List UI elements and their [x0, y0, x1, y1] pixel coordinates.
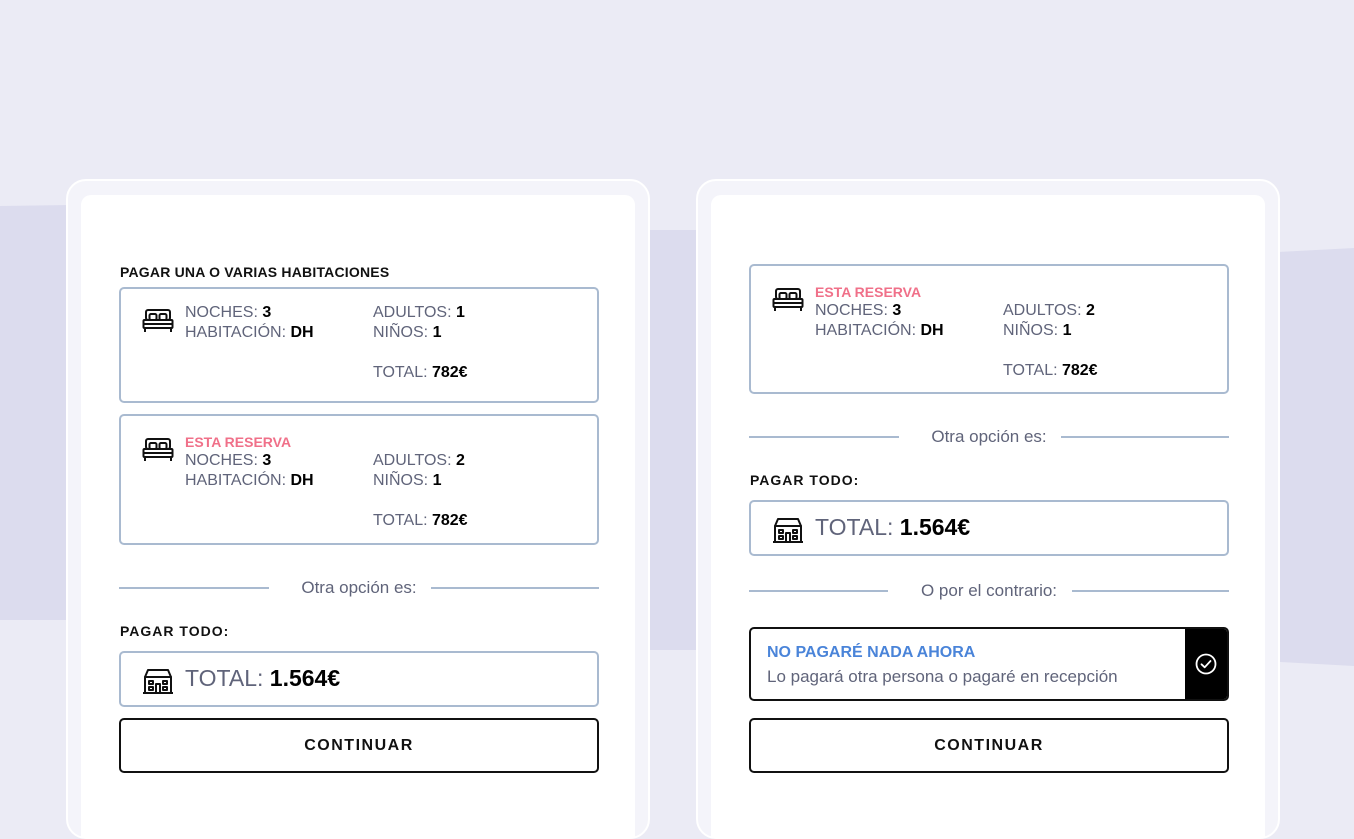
- nights-label: NOCHES:: [185, 304, 258, 321]
- nights-value: 3: [262, 304, 272, 321]
- option-divider: O por el contrario:: [749, 581, 1229, 601]
- adults-value: 2: [1086, 302, 1095, 319]
- divider-text: Otra opción es:: [301, 578, 417, 597]
- device-frame-left: PAGAR UNA O VARIAS HABITACIONES NOCHES: …: [66, 179, 650, 839]
- option-divider: Otra opción es:: [119, 578, 599, 598]
- adults-line: ADULTOS: 2: [373, 452, 465, 470]
- continue-button[interactable]: CONTINUAR: [119, 718, 599, 773]
- total-label: TOTAL:: [815, 514, 894, 540]
- total-value: 1.564€: [269, 665, 341, 691]
- adults-line: ADULTOS: 2: [1003, 302, 1095, 320]
- children-value: 1: [1062, 322, 1072, 339]
- background-band: [648, 230, 700, 650]
- divider-text: O por el contrario:: [920, 581, 1058, 600]
- total-value: 782€: [1061, 362, 1098, 379]
- total-value: 1.564€: [899, 514, 971, 540]
- current-booking-tag: ESTA RESERVA: [815, 284, 922, 300]
- pay-all-total: TOTAL: 1.564€: [185, 665, 340, 692]
- option-divider: Otra opción es:: [749, 427, 1229, 447]
- room-line: HABITACIÓN: DH: [815, 322, 944, 340]
- selected-indicator: [1185, 629, 1227, 699]
- pay-all-option[interactable]: TOTAL: 1.564€: [749, 500, 1229, 556]
- room-total-line: TOTAL: 782€: [373, 364, 468, 382]
- bed-icon: [142, 308, 174, 334]
- children-value: 1: [432, 324, 442, 341]
- total-label: TOTAL:: [1003, 362, 1058, 379]
- children-line: NIÑOS: 1: [373, 324, 441, 342]
- hotel-icon: [142, 667, 174, 695]
- children-label: NIÑOS:: [373, 324, 429, 341]
- room-value: DH: [920, 322, 944, 339]
- pay-all-title: PAGAR TODO:: [750, 472, 860, 488]
- total-label: TOTAL:: [373, 512, 428, 529]
- no-pay-subtitle: Lo pagará otra persona o pagaré en recep…: [767, 667, 1118, 686]
- children-line: NIÑOS: 1: [373, 472, 441, 490]
- room-label: HABITACIÓN:: [185, 324, 287, 341]
- adults-value: 1: [456, 304, 465, 321]
- nights-value: 3: [892, 302, 902, 319]
- device-frame-right: ESTA RESERVA NOCHES: 3 HABITACIÓN: DH AD…: [696, 179, 1280, 839]
- room-label: HABITACIÓN:: [815, 322, 917, 339]
- room-total-line: TOTAL: 782€: [373, 512, 468, 530]
- nights-line: NOCHES: 3: [815, 302, 901, 320]
- current-booking-tag: ESTA RESERVA: [185, 434, 292, 450]
- pay-all-option[interactable]: TOTAL: 1.564€: [119, 651, 599, 707]
- background-band: [1278, 248, 1354, 666]
- background-band: [0, 205, 70, 620]
- children-label: NIÑOS:: [1003, 322, 1059, 339]
- total-value: 782€: [431, 364, 468, 381]
- total-label: TOTAL:: [185, 665, 264, 691]
- nights-label: NOCHES:: [815, 302, 888, 319]
- adults-value: 2: [456, 452, 465, 469]
- room-total-line: TOTAL: 782€: [1003, 362, 1098, 380]
- room-label: HABITACIÓN:: [185, 472, 287, 489]
- room-value: DH: [290, 472, 314, 489]
- room-line: HABITACIÓN: DH: [185, 324, 314, 342]
- continue-button[interactable]: CONTINUAR: [749, 718, 1229, 773]
- bed-icon: [142, 437, 174, 463]
- divider-text: Otra opción es:: [931, 427, 1047, 446]
- payment-screen-left: PAGAR UNA O VARIAS HABITACIONES NOCHES: …: [81, 195, 635, 837]
- nights-value: 3: [262, 452, 272, 469]
- children-line: NIÑOS: 1: [1003, 322, 1071, 340]
- children-label: NIÑOS:: [373, 472, 429, 489]
- total-value: 782€: [431, 512, 468, 529]
- payment-screen-right: ESTA RESERVA NOCHES: 3 HABITACIÓN: DH AD…: [711, 195, 1265, 837]
- pay-all-title: PAGAR TODO:: [120, 623, 230, 639]
- hotel-icon: [772, 516, 804, 544]
- room-card-current[interactable]: ESTA RESERVA NOCHES: 3 HABITACIÓN: DH AD…: [749, 264, 1229, 394]
- check-circle-icon: [1195, 653, 1217, 675]
- adults-label: ADULTOS:: [373, 304, 452, 321]
- children-value: 1: [432, 472, 442, 489]
- adults-label: ADULTOS:: [1003, 302, 1082, 319]
- nights-label: NOCHES:: [185, 452, 258, 469]
- adults-line: ADULTOS: 1: [373, 304, 465, 322]
- room-card-current[interactable]: ESTA RESERVA NOCHES: 3 HABITACIÓN: DH AD…: [119, 414, 599, 545]
- nights-line: NOCHES: 3: [185, 304, 271, 322]
- no-pay-option-selected[interactable]: NO PAGARÉ NADA AHORA Lo pagará otra pers…: [749, 627, 1229, 701]
- adults-label: ADULTOS:: [373, 452, 452, 469]
- bed-icon: [772, 287, 804, 313]
- total-label: TOTAL:: [373, 364, 428, 381]
- room-line: HABITACIÓN: DH: [185, 472, 314, 490]
- room-card[interactable]: NOCHES: 3 HABITACIÓN: DH ADULTOS: 1 NIÑO…: [119, 287, 599, 403]
- section-title: PAGAR UNA O VARIAS HABITACIONES: [120, 264, 390, 280]
- no-pay-title: NO PAGARÉ NADA AHORA: [767, 644, 976, 661]
- pay-all-total: TOTAL: 1.564€: [815, 514, 970, 541]
- room-value: DH: [290, 324, 314, 341]
- nights-line: NOCHES: 3: [185, 452, 271, 470]
